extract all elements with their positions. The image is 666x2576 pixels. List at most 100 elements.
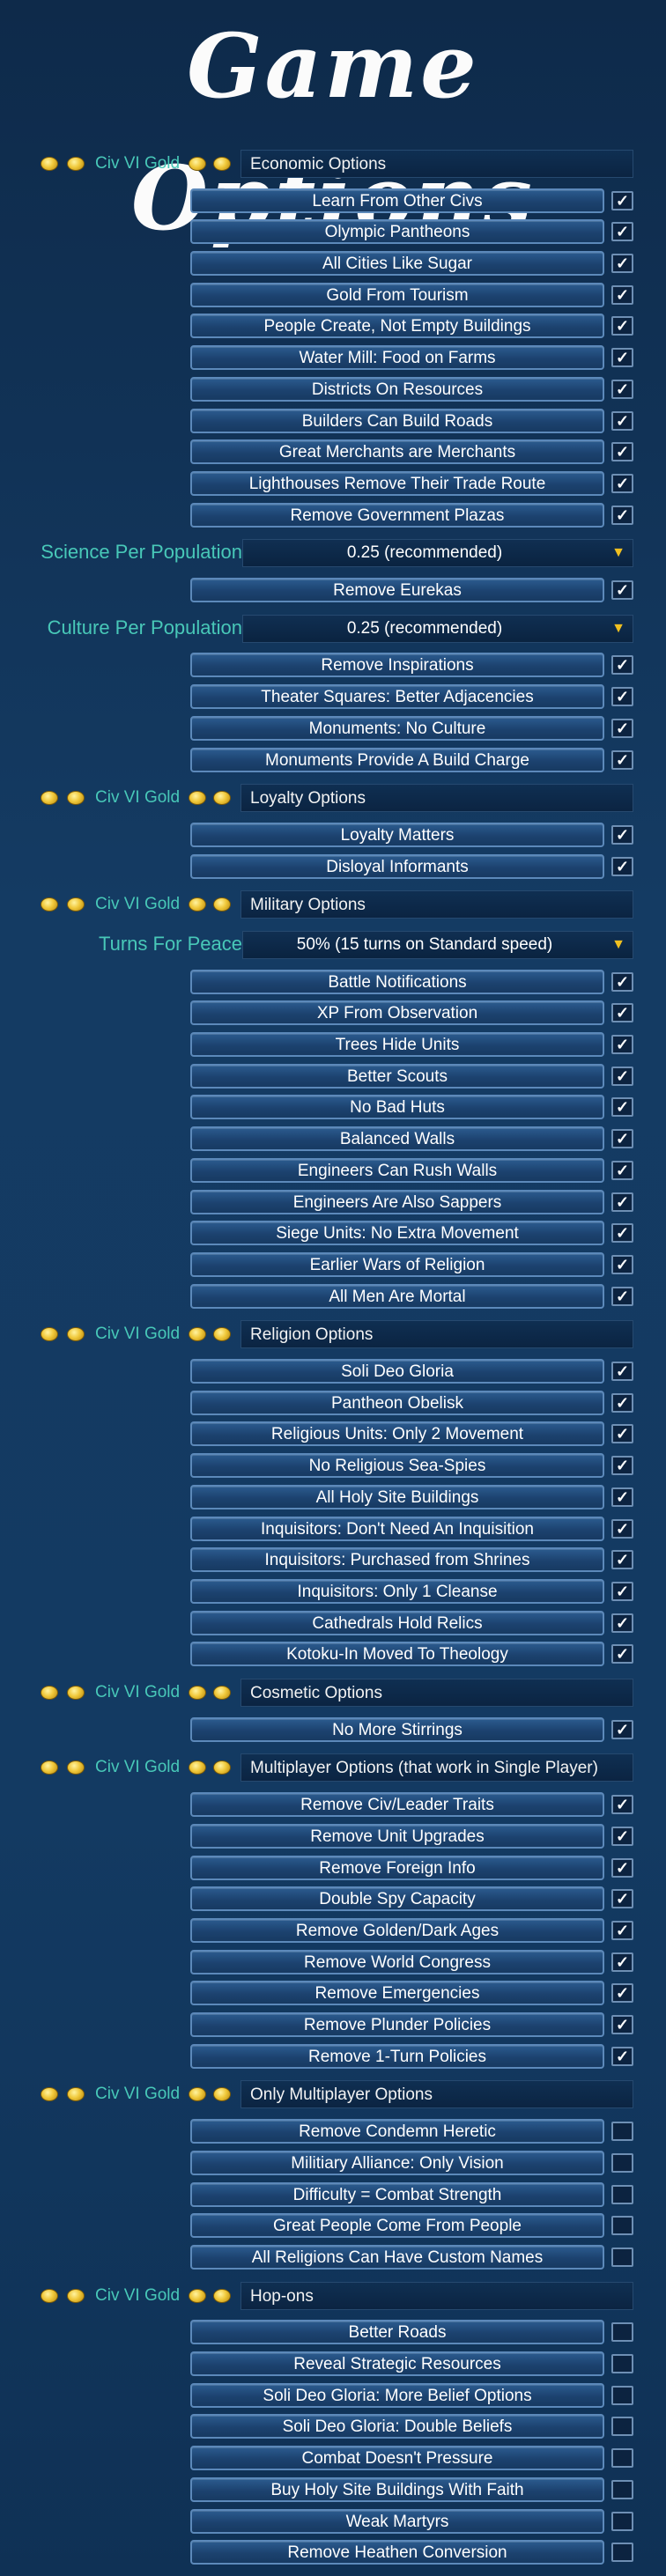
option-checkbox[interactable] — [611, 2122, 633, 2142]
option-checkbox[interactable]: ✓ — [611, 1550, 633, 1570]
option-checkbox[interactable] — [611, 2417, 633, 2437]
option-button[interactable]: Lighthouses Remove Their Trade Route — [190, 471, 604, 497]
option-button[interactable]: Combat Doesn't Pressure — [190, 2446, 604, 2471]
option-checkbox[interactable]: ✓ — [611, 190, 633, 210]
option-button[interactable]: Inquisitors: Purchased from Shrines — [190, 1547, 604, 1573]
option-checkbox[interactable]: ✓ — [611, 1613, 633, 1633]
option-button[interactable]: Battle Notifications — [190, 969, 604, 994]
option-checkbox[interactable]: ✓ — [611, 1192, 633, 1212]
option-checkbox[interactable]: ✓ — [611, 1160, 633, 1180]
option-button[interactable]: Remove Heathen Conversion — [190, 2540, 604, 2565]
option-button[interactable]: Siege Units: No Extra Movement — [190, 1221, 604, 1246]
option-checkbox[interactable]: ✓ — [611, 284, 633, 305]
option-checkbox[interactable] — [611, 2247, 633, 2267]
option-checkbox[interactable]: ✓ — [611, 1424, 633, 1444]
option-checkbox[interactable] — [611, 2152, 633, 2173]
option-checkbox[interactable]: ✓ — [611, 1456, 633, 1476]
option-button[interactable]: Remove Foreign Info — [190, 1855, 604, 1880]
option-button[interactable]: Religious Units: Only 2 Movement — [190, 1421, 604, 1447]
option-button[interactable]: Soli Deo Gloria: More Belief Options — [190, 2382, 604, 2408]
option-button[interactable]: Olympic Pantheons — [190, 219, 604, 245]
option-button[interactable]: Theater Squares: Better Adjacencies — [190, 684, 604, 710]
option-button[interactable]: Learn From Other Civs — [190, 188, 604, 213]
option-button[interactable]: Great People Come From People — [190, 2213, 604, 2239]
option-checkbox[interactable] — [611, 2448, 633, 2469]
option-checkbox[interactable] — [611, 2353, 633, 2373]
option-button[interactable]: Loyalty Matters — [190, 822, 604, 847]
option-checkbox[interactable]: ✓ — [611, 1518, 633, 1539]
option-button[interactable]: Engineers Can Rush Walls — [190, 1157, 604, 1183]
option-checkbox[interactable]: ✓ — [611, 442, 633, 462]
option-checkbox[interactable]: ✓ — [611, 687, 633, 707]
option-checkbox[interactable]: ✓ — [611, 1097, 633, 1118]
option-button[interactable]: Inquisitors: Don't Need An Inquisition — [190, 1516, 604, 1541]
option-button[interactable]: Remove Golden/Dark Ages — [190, 1917, 604, 1943]
option-checkbox[interactable]: ✓ — [611, 749, 633, 770]
option-checkbox[interactable]: ✓ — [611, 1719, 633, 1739]
option-checkbox[interactable]: ✓ — [611, 1362, 633, 1381]
option-button[interactable]: Balanced Walls — [190, 1126, 604, 1152]
option-button[interactable]: Remove Inspirations — [190, 653, 604, 678]
option-checkbox[interactable] — [611, 2543, 633, 2563]
option-checkbox[interactable]: ✓ — [611, 580, 633, 601]
option-checkbox[interactable]: ✓ — [611, 1857, 633, 1878]
option-checkbox[interactable]: ✓ — [611, 348, 633, 368]
option-button[interactable]: Cathedrals Hold Relics — [190, 1610, 604, 1635]
option-button[interactable]: Great Merchants are Merchants — [190, 439, 604, 465]
option-checkbox[interactable]: ✓ — [611, 856, 633, 876]
option-button[interactable]: Remove World Congress — [190, 1949, 604, 1974]
option-button[interactable]: No Bad Huts — [190, 1095, 604, 1120]
option-button[interactable]: Districts On Resources — [190, 376, 604, 402]
option-checkbox[interactable]: ✓ — [611, 254, 633, 274]
option-checkbox[interactable]: ✓ — [611, 1034, 633, 1054]
option-button[interactable]: Better Scouts — [190, 1063, 604, 1089]
option-checkbox[interactable]: ✓ — [611, 1254, 633, 1274]
option-checkbox[interactable]: ✓ — [611, 1286, 633, 1306]
option-checkbox[interactable]: ✓ — [611, 2015, 633, 2035]
option-checkbox[interactable] — [611, 2322, 633, 2343]
option-checkbox[interactable]: ✓ — [611, 474, 633, 494]
option-button[interactable]: Disloyal Informants — [190, 853, 604, 879]
option-checkbox[interactable]: ✓ — [611, 2046, 633, 2066]
option-button[interactable]: Earlier Wars of Religion — [190, 1251, 604, 1277]
option-button[interactable]: Engineers Are Also Sappers — [190, 1189, 604, 1214]
option-button[interactable]: Remove Government Plazas — [190, 502, 604, 528]
option-button[interactable]: Kotoku-In Moved To Theology — [190, 1642, 604, 1667]
dropdown-select[interactable]: 50% (15 turns on Standard speed) ▼ — [242, 930, 633, 959]
option-checkbox[interactable]: ✓ — [611, 1003, 633, 1023]
option-button[interactable]: Difficulty = Combat Strength — [190, 2181, 604, 2207]
option-button[interactable]: Monuments Provide A Build Charge — [190, 747, 604, 772]
option-checkbox[interactable]: ✓ — [611, 379, 633, 399]
option-checkbox[interactable]: ✓ — [611, 1795, 633, 1815]
option-checkbox[interactable] — [611, 2385, 633, 2405]
option-button[interactable]: People Create, Not Empty Buildings — [190, 314, 604, 339]
option-button[interactable]: Remove Condemn Heretic — [190, 2119, 604, 2144]
option-button[interactable]: Remove Eurekas — [190, 578, 604, 603]
option-checkbox[interactable]: ✓ — [611, 1487, 633, 1507]
option-button[interactable]: Soli Deo Gloria: Double Beliefs — [190, 2414, 604, 2439]
option-button[interactable]: All Men Are Mortal — [190, 1283, 604, 1309]
option-button[interactable]: Gold From Tourism — [190, 282, 604, 307]
option-checkbox[interactable]: ✓ — [611, 1920, 633, 1940]
option-button[interactable]: Pantheon Obelisk — [190, 1390, 604, 1415]
option-button[interactable]: All Holy Site Buildings — [190, 1484, 604, 1509]
option-checkbox[interactable] — [611, 2184, 633, 2204]
option-checkbox[interactable]: ✓ — [611, 505, 633, 525]
option-button[interactable]: Soli Deo Gloria — [190, 1359, 604, 1384]
option-button[interactable]: Water Mill: Food on Farms — [190, 345, 604, 371]
option-button[interactable]: Double Spy Capacity — [190, 1886, 604, 1912]
option-checkbox[interactable]: ✓ — [611, 824, 633, 845]
option-button[interactable]: Buy Holy Site Buildings With Faith — [190, 2476, 604, 2502]
option-checkbox[interactable]: ✓ — [611, 971, 633, 992]
option-checkbox[interactable]: ✓ — [611, 410, 633, 431]
option-button[interactable]: Militiary Alliance: Only Vision — [190, 2150, 604, 2175]
option-checkbox[interactable] — [611, 2511, 633, 2531]
option-checkbox[interactable]: ✓ — [611, 1983, 633, 2004]
option-checkbox[interactable]: ✓ — [611, 1129, 633, 1149]
option-checkbox[interactable] — [611, 2479, 633, 2499]
dropdown-select[interactable]: 0.25 (recommended) ▼ — [242, 539, 633, 568]
option-button[interactable]: Better Roads — [190, 2320, 604, 2345]
option-button[interactable]: Remove Emergencies — [190, 1981, 604, 2006]
option-checkbox[interactable]: ✓ — [611, 1223, 633, 1244]
option-checkbox[interactable]: ✓ — [611, 1582, 633, 1601]
